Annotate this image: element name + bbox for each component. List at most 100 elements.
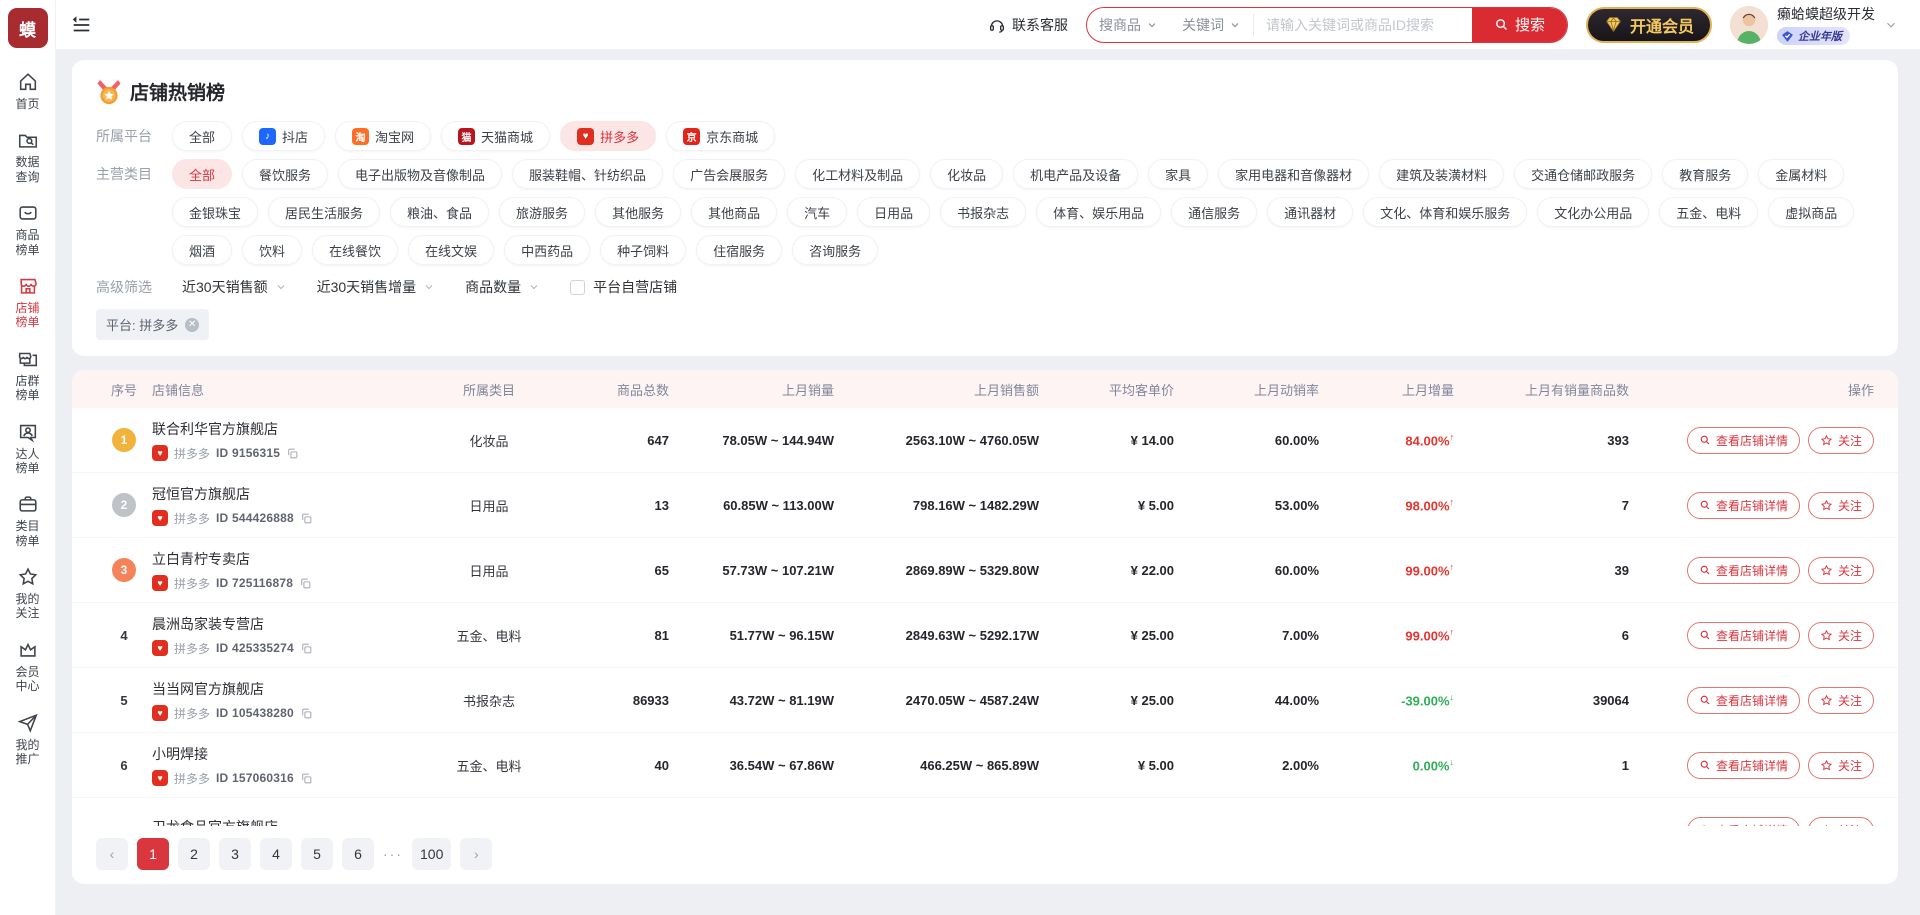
shop-name[interactable]: 冠恒官方旗舰店 xyxy=(152,484,419,504)
category-pill[interactable]: 全部 xyxy=(172,159,232,189)
search-input[interactable] xyxy=(1254,8,1472,42)
advanced-dropdown[interactable]: 商品数量 xyxy=(465,277,540,297)
platform-pill[interactable]: ♥ 拼多多 xyxy=(560,121,656,151)
advanced-dropdown[interactable]: 近30天销售额 xyxy=(182,277,287,297)
category-pill[interactable]: 服装鞋帽、针纺织品 xyxy=(512,159,663,189)
view-shop-detail-button[interactable]: 查看店铺详情 xyxy=(1687,752,1800,779)
category-pill[interactable]: 教育服务 xyxy=(1662,159,1748,189)
category-pill[interactable]: 机电产品及设备 xyxy=(1013,159,1138,189)
open-vip-button[interactable]: 开通会员 xyxy=(1586,7,1712,43)
search-scope-select[interactable]: 搜商品 xyxy=(1087,8,1170,42)
page-button-1[interactable]: 1 xyxy=(137,838,169,870)
category-pill[interactable]: 建筑及装潢材料 xyxy=(1379,159,1504,189)
category-pill[interactable]: 五金、电料 xyxy=(1659,197,1758,227)
category-pill[interactable]: 金银珠宝 xyxy=(172,197,258,227)
view-shop-detail-button[interactable]: 查看店铺详情 xyxy=(1687,817,1800,827)
copy-icon[interactable] xyxy=(299,577,312,590)
copy-icon[interactable] xyxy=(300,707,313,720)
category-pill[interactable]: 其他商品 xyxy=(691,197,777,227)
shop-name[interactable]: 卫龙食品官方旗舰店 xyxy=(152,817,419,826)
platform-pill[interactable]: 淘 淘宝网 xyxy=(335,121,431,151)
sidebar-item-category-rank[interactable]: 类目榜单 xyxy=(13,484,43,557)
follow-button[interactable]: 关注 xyxy=(1808,427,1874,454)
shop-name[interactable]: 晨洲岛家装专营店 xyxy=(152,614,419,634)
pagination-ellipsis[interactable]: ··· xyxy=(383,846,403,862)
copy-icon[interactable] xyxy=(300,512,313,525)
contact-service-button[interactable]: 联系客服 xyxy=(988,15,1068,35)
view-shop-detail-button[interactable]: 查看店铺详情 xyxy=(1687,557,1800,584)
category-pill[interactable]: 交通仓储邮政服务 xyxy=(1514,159,1652,189)
category-pill[interactable]: 在线餐饮 xyxy=(312,235,398,265)
category-pill[interactable]: 家具 xyxy=(1148,159,1208,189)
category-pill[interactable]: 通信服务 xyxy=(1171,197,1257,227)
page-button-5[interactable]: 5 xyxy=(301,838,333,870)
view-shop-detail-button[interactable]: 查看店铺详情 xyxy=(1687,687,1800,714)
sidebar-item-shop-group-rank[interactable]: 店群榜单 xyxy=(13,339,43,412)
collapse-menu-icon[interactable] xyxy=(70,14,92,36)
category-pill[interactable]: 日用品 xyxy=(857,197,930,227)
platform-pill[interactable]: 京 京东商城 xyxy=(666,121,775,151)
page-button-4[interactable]: 4 xyxy=(260,838,292,870)
next-page-button[interactable]: › xyxy=(460,838,492,870)
category-pill[interactable]: 居民生活服务 xyxy=(268,197,380,227)
view-shop-detail-button[interactable]: 查看店铺详情 xyxy=(1687,492,1800,519)
self-operated-checkbox[interactable]: 平台自营店铺 xyxy=(570,277,677,297)
sidebar-item-member-center[interactable]: 会员中心 xyxy=(13,630,43,703)
sidebar-item-home[interactable]: 首页 xyxy=(13,62,43,120)
category-pill[interactable]: 金属材料 xyxy=(1758,159,1844,189)
category-pill[interactable]: 文化、体育和娱乐服务 xyxy=(1363,197,1527,227)
follow-button[interactable]: 关注 xyxy=(1808,622,1874,649)
app-logo[interactable]: 蟆 xyxy=(8,8,48,48)
sidebar-item-shop-rank[interactable]: 店铺榜单 xyxy=(13,266,43,339)
category-pill[interactable]: 饮料 xyxy=(242,235,302,265)
category-pill[interactable]: 咨询服务 xyxy=(792,235,878,265)
category-pill[interactable]: 汽车 xyxy=(787,197,847,227)
search-type-select[interactable]: 关键词 xyxy=(1170,8,1253,42)
platform-pill[interactable]: 全部 xyxy=(172,121,232,151)
category-pill[interactable]: 中西药品 xyxy=(504,235,590,265)
category-pill[interactable]: 种子饲料 xyxy=(600,235,686,265)
copy-icon[interactable] xyxy=(286,447,299,460)
sidebar-item-product-rank[interactable]: 商品榜单 xyxy=(13,193,43,266)
remove-tag-icon[interactable]: ✕ xyxy=(185,318,199,332)
category-pill[interactable]: 书报杂志 xyxy=(940,197,1026,227)
category-pill[interactable]: 广告会展服务 xyxy=(673,159,785,189)
category-pill[interactable]: 旅游服务 xyxy=(499,197,585,227)
page-button-3[interactable]: 3 xyxy=(219,838,251,870)
category-pill[interactable]: 文化办公用品 xyxy=(1537,197,1649,227)
copy-icon[interactable] xyxy=(300,642,313,655)
category-pill[interactable]: 化工材料及制品 xyxy=(795,159,920,189)
category-pill[interactable]: 家用电器和音像器材 xyxy=(1218,159,1369,189)
follow-button[interactable]: 关注 xyxy=(1808,687,1874,714)
category-pill[interactable]: 化妆品 xyxy=(930,159,1003,189)
category-pill[interactable]: 粮油、食品 xyxy=(390,197,489,227)
sidebar-item-influencer-rank[interactable]: 达人榜单 xyxy=(13,412,43,485)
page-button-2[interactable]: 2 xyxy=(178,838,210,870)
category-pill[interactable]: 在线文娱 xyxy=(408,235,494,265)
follow-button[interactable]: 关注 xyxy=(1808,817,1874,827)
page-button-6[interactable]: 6 xyxy=(342,838,374,870)
shop-name[interactable]: 联合利华官方旗舰店 xyxy=(152,419,419,439)
category-pill[interactable]: 餐饮服务 xyxy=(242,159,328,189)
category-pill[interactable]: 电子出版物及音像制品 xyxy=(338,159,502,189)
follow-button[interactable]: 关注 xyxy=(1808,557,1874,584)
category-pill[interactable]: 体育、娱乐用品 xyxy=(1036,197,1161,227)
view-shop-detail-button[interactable]: 查看店铺详情 xyxy=(1687,622,1800,649)
shop-name[interactable]: 当当网官方旗舰店 xyxy=(152,679,419,699)
shop-name[interactable]: 小明焊接 xyxy=(152,744,419,764)
platform-pill[interactable]: ♪ 抖店 xyxy=(242,121,325,151)
prev-page-button[interactable]: ‹ xyxy=(96,838,128,870)
view-shop-detail-button[interactable]: 查看店铺详情 xyxy=(1687,427,1800,454)
copy-icon[interactable] xyxy=(300,772,313,785)
follow-button[interactable]: 关注 xyxy=(1808,492,1874,519)
category-pill[interactable]: 通讯器材 xyxy=(1267,197,1353,227)
sidebar-item-my-promotion[interactable]: 我的推广 xyxy=(13,703,43,776)
shop-name[interactable]: 立白青柠专卖店 xyxy=(152,549,419,569)
page-button-100[interactable]: 100 xyxy=(412,838,451,870)
category-pill[interactable]: 住宿服务 xyxy=(696,235,782,265)
search-button[interactable]: 搜索 xyxy=(1472,8,1567,42)
advanced-dropdown[interactable]: 近30天销售增量 xyxy=(317,277,436,297)
category-pill[interactable]: 其他服务 xyxy=(595,197,681,227)
checkbox-box[interactable] xyxy=(570,280,585,295)
category-pill[interactable]: 烟酒 xyxy=(172,235,232,265)
